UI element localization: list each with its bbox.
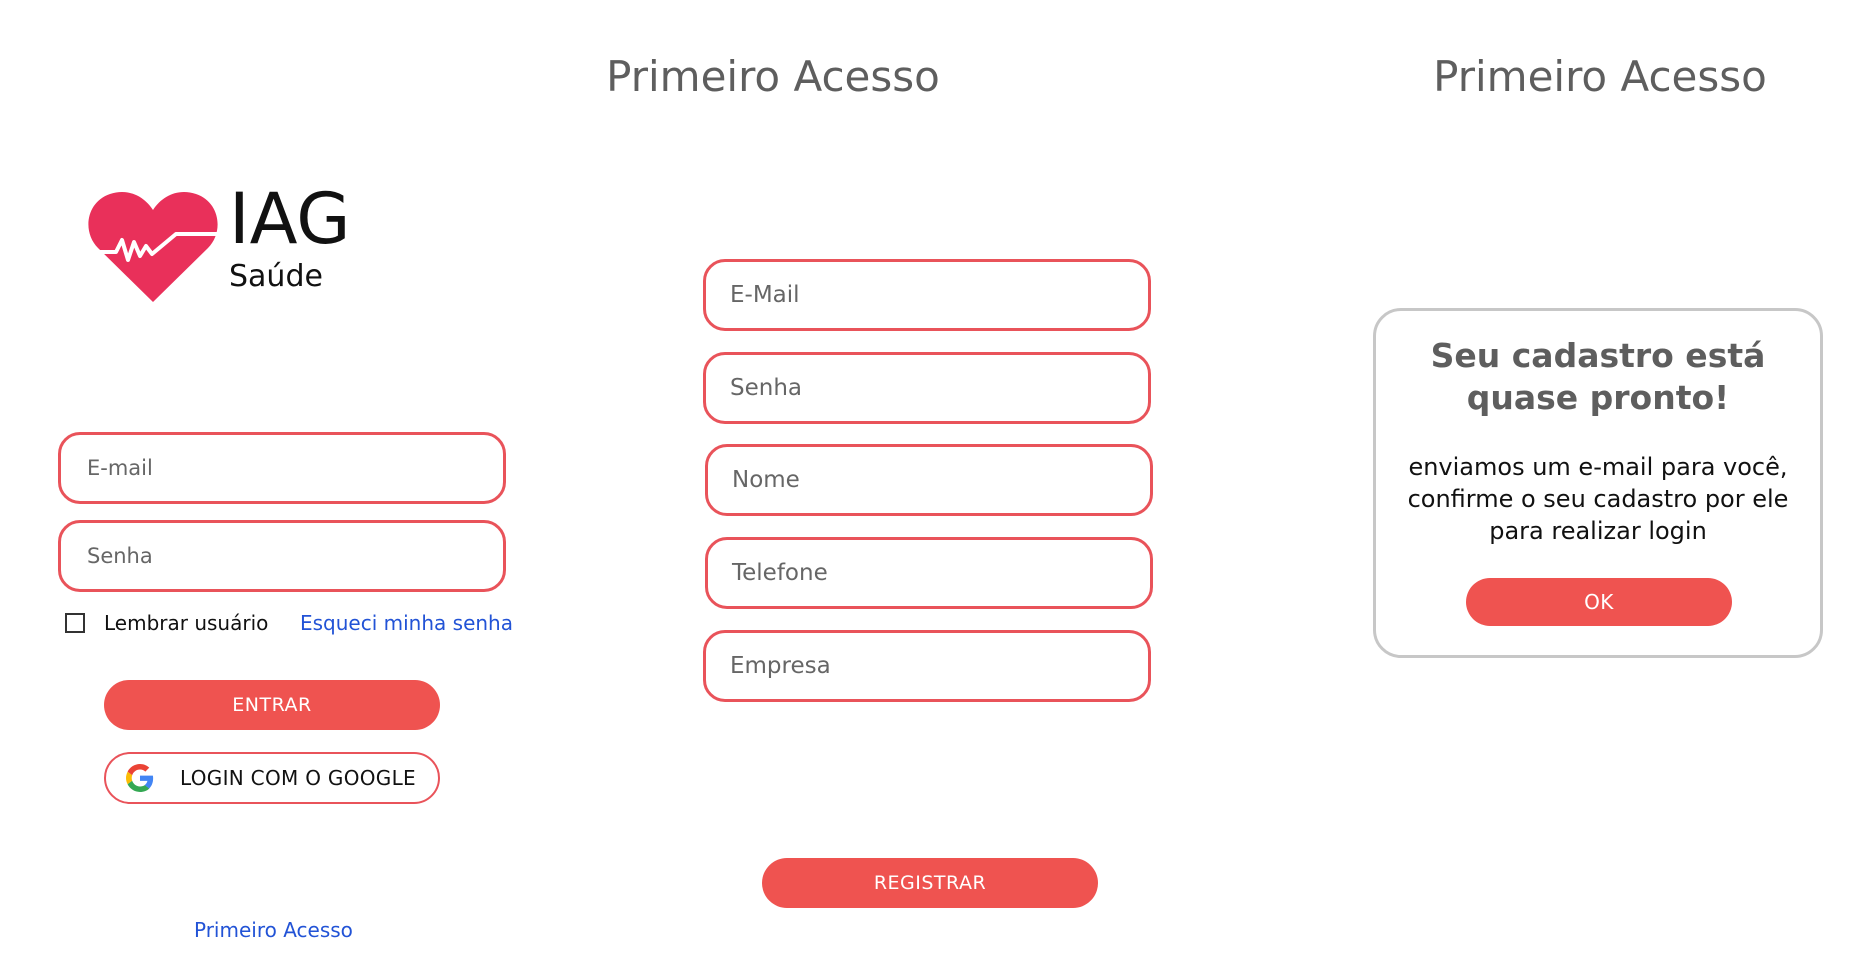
register-name-placeholder: Nome <box>732 467 800 493</box>
confirmation-page-title: Primeiro Acesso <box>1433 52 1767 101</box>
app-logo-title: IAG <box>229 178 351 260</box>
google-login-label: LOGIN COM O GOOGLE <box>180 766 416 790</box>
forgot-password-link[interactable]: Esqueci minha senha <box>300 611 513 635</box>
google-login-button[interactable]: LOGIN COM O GOOGLE <box>104 752 440 804</box>
register-phone-placeholder: Telefone <box>732 560 828 586</box>
register-password-placeholder: Senha <box>730 375 802 401</box>
password-field[interactable]: Senha <box>58 520 506 592</box>
register-phone-field[interactable]: Telefone <box>705 537 1153 609</box>
register-email-field[interactable]: E-Mail <box>703 259 1151 331</box>
app-logo-subtitle: Saúde <box>229 259 323 294</box>
heart-pulse-logo-icon <box>88 191 218 302</box>
dialog-heading: Seu cadastro está quase pronto! <box>1430 336 1766 417</box>
register-company-field[interactable]: Empresa <box>703 630 1151 702</box>
remember-label: Lembrar usuário <box>104 611 269 635</box>
register-button[interactable]: REGISTRAR <box>762 858 1098 908</box>
password-placeholder: Senha <box>87 544 153 568</box>
dialog-message: enviamos um e-mail para você, confirme o… <box>1407 453 1789 545</box>
email-placeholder: E-mail <box>87 456 153 480</box>
register-name-field[interactable]: Nome <box>705 444 1153 516</box>
confirmation-dialog: Seu cadastro está quase pronto! enviamos… <box>1373 308 1823 658</box>
ok-button[interactable]: OK <box>1466 578 1732 626</box>
register-email-placeholder: E-Mail <box>730 282 800 308</box>
enter-button[interactable]: ENTRAR <box>104 680 440 730</box>
register-page-title: Primeiro Acesso <box>606 52 940 101</box>
email-field[interactable]: E-mail <box>58 432 506 504</box>
remember-checkbox[interactable] <box>65 613 85 633</box>
first-access-link[interactable]: Primeiro Acesso <box>194 918 353 942</box>
register-password-field[interactable]: Senha <box>703 352 1151 424</box>
register-company-placeholder: Empresa <box>730 653 831 679</box>
google-icon <box>126 764 154 792</box>
